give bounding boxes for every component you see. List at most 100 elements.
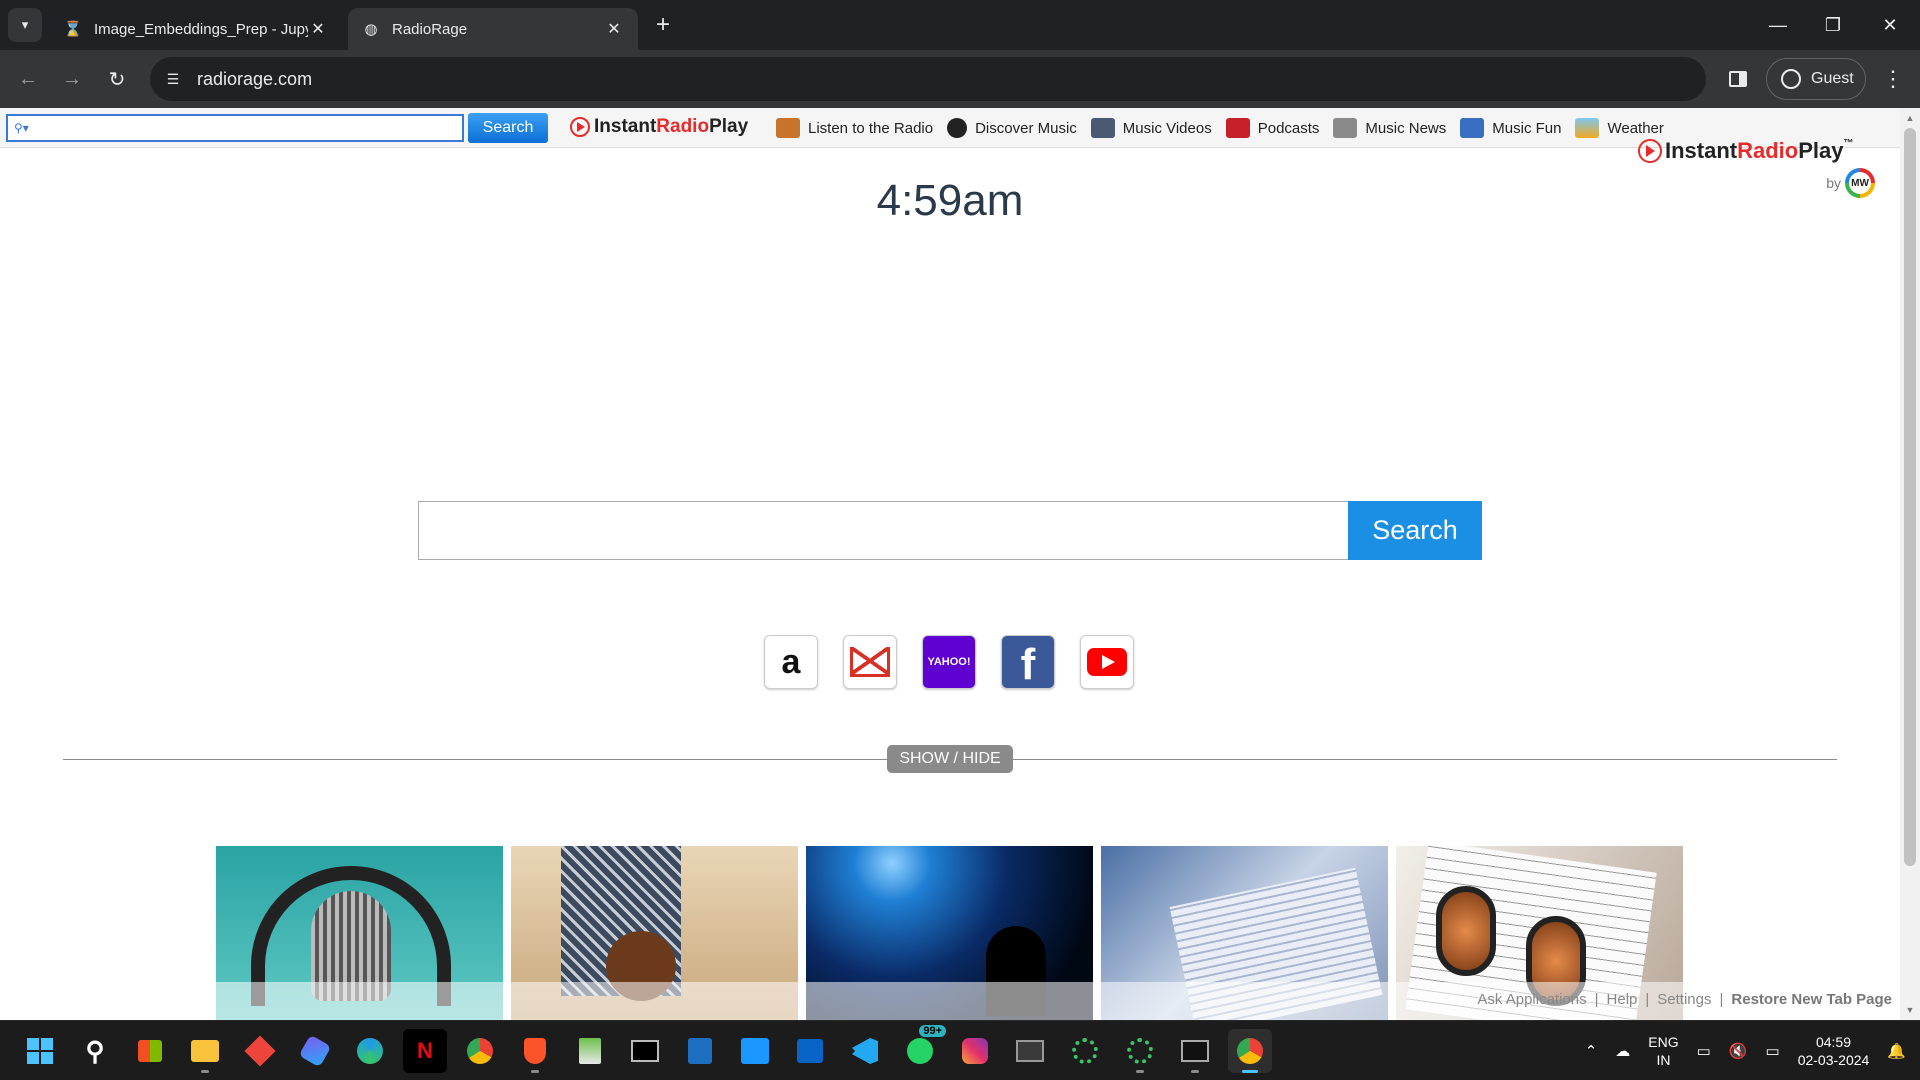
volume-muted-icon[interactable]: 🔇: [1729, 1042, 1748, 1060]
close-icon[interactable]: ✕: [604, 19, 624, 39]
thumbnail-guitarist[interactable]: [511, 846, 798, 1020]
store-icon[interactable]: [128, 1029, 172, 1073]
link-label: Music Fun: [1492, 119, 1562, 137]
new-tab-button[interactable]: +: [650, 11, 676, 38]
restore-new-tab-page-link[interactable]: Restore New Tab Page: [1731, 991, 1892, 1008]
scroll-up-arrow[interactable]: ▲: [1904, 112, 1916, 124]
toolbar-search-button[interactable]: Search: [468, 113, 548, 143]
help-link[interactable]: Help: [1607, 991, 1638, 1008]
file-explorer-icon[interactable]: [183, 1029, 227, 1073]
thumbnail-concert[interactable]: [806, 846, 1093, 1020]
chrome-icon[interactable]: [458, 1029, 502, 1073]
terminal-window-icon[interactable]: [1008, 1029, 1052, 1073]
windows-taskbar: ⚲ N 99+ ⌃ ☁ ENG IN ▭ 🔇 ▭ 04:59 02-03-202…: [0, 1020, 1920, 1080]
minimize-button[interactable]: —: [1758, 10, 1798, 40]
url-text[interactable]: radiorage.com: [197, 69, 312, 90]
gmail-icon[interactable]: [843, 635, 897, 689]
reload-button[interactable]: ↻: [101, 63, 133, 95]
copilot-icon[interactable]: [293, 1029, 337, 1073]
notepad-icon[interactable]: [568, 1029, 612, 1073]
cmd-icon[interactable]: [623, 1029, 667, 1073]
terminal-icon[interactable]: [1173, 1029, 1217, 1073]
yahoo-icon[interactable]: YAHOO!: [922, 635, 976, 689]
main-search-input[interactable]: [418, 501, 1348, 560]
taskbar-clock[interactable]: 04:59 02-03-2024: [1798, 1033, 1870, 1069]
edge-icon[interactable]: [348, 1029, 392, 1073]
yahoo-label: YAHOO!: [927, 656, 971, 668]
loader-icon[interactable]: [1063, 1029, 1107, 1073]
chrome-active-icon[interactable]: [1228, 1029, 1272, 1073]
notification-badge: 99+: [919, 1025, 946, 1037]
network-icon[interactable]: ▭: [1697, 1042, 1711, 1060]
thumbnail-microphone[interactable]: [216, 846, 503, 1020]
tab-title: RadioRage: [392, 20, 468, 38]
tab-radiorage[interactable]: ◍ RadioRage ✕: [348, 8, 638, 50]
brand-wordmark: Instant Radio Play ™: [1638, 138, 1883, 164]
back-button[interactable]: ←: [12, 63, 44, 95]
thumbnail-newspaper[interactable]: [1101, 846, 1388, 1020]
link-label: Music Videos: [1122, 119, 1212, 137]
link-discover-music[interactable]: Discover Music: [947, 118, 1077, 138]
link-weather[interactable]: Weather: [1575, 118, 1664, 138]
ask-applications-link[interactable]: Ask Applications: [1477, 991, 1586, 1008]
by-mindspark: by MW: [1826, 168, 1875, 198]
vscode-icon[interactable]: [843, 1029, 887, 1073]
link-music-fun[interactable]: Music Fun: [1460, 118, 1561, 138]
language-indicator[interactable]: ENG IN: [1648, 1033, 1678, 1069]
profile-button[interactable]: Guest: [1766, 58, 1866, 100]
link-listen-to-the-radio[interactable]: Listen to the Radio: [776, 118, 933, 138]
scrollbar-thumb[interactable]: [1904, 128, 1916, 866]
link-music-news[interactable]: Music News: [1333, 118, 1446, 138]
play-icon: [1087, 648, 1127, 676]
show-hide-button[interactable]: SHOW / HIDE: [887, 745, 1013, 773]
main-search-button[interactable]: Search: [1348, 501, 1482, 560]
restore-button[interactable]: ❐: [1813, 10, 1853, 40]
cloud-icon[interactable]: ☁: [1615, 1042, 1630, 1060]
separator: |: [1719, 991, 1724, 1008]
site-info-icon[interactable]: ☰: [159, 65, 187, 93]
chevron-up-icon[interactable]: ⌃: [1585, 1042, 1598, 1060]
clock-time: 4:59am: [876, 176, 1024, 225]
search-icon[interactable]: ⚲: [73, 1029, 117, 1073]
facebook-label: f: [1020, 640, 1036, 689]
prime-video-icon[interactable]: [733, 1029, 777, 1073]
side-panel-button[interactable]: [1722, 64, 1754, 94]
link-music-videos[interactable]: Music Videos: [1090, 118, 1212, 138]
tab-jupyter[interactable]: ⌛ Image_Embeddings_Prep - Jupy ✕: [50, 8, 342, 50]
mw-label: MW: [1849, 172, 1871, 194]
link-podcasts[interactable]: Podcasts: [1225, 118, 1319, 138]
play-icon: [1638, 139, 1662, 163]
scroll-down-arrow[interactable]: ▼: [1904, 1004, 1916, 1016]
brand-logo[interactable]: Instant Radio Play ™ by MW: [1638, 138, 1883, 198]
settings-link[interactable]: Settings: [1657, 991, 1711, 1008]
lang-top: ENG: [1648, 1034, 1679, 1050]
outlook-icon[interactable]: [788, 1029, 832, 1073]
battery-icon[interactable]: ▭: [1766, 1042, 1780, 1060]
main-search: Search: [418, 501, 1482, 560]
amazon-icon[interactable]: a: [764, 635, 818, 689]
facebook-icon[interactable]: f: [1001, 635, 1055, 689]
whatsapp-icon[interactable]: 99+: [898, 1025, 946, 1073]
windows-start-icon[interactable]: [18, 1029, 62, 1073]
calculator-icon[interactable]: [678, 1029, 722, 1073]
instagram-icon[interactable]: [953, 1029, 997, 1073]
instantradioplay-logo[interactable]: Instant Radio Play: [570, 116, 748, 138]
brave-icon[interactable]: [513, 1029, 557, 1073]
youtube-icon[interactable]: [1080, 635, 1134, 689]
forward-button[interactable]: →: [56, 63, 88, 95]
close-icon[interactable]: ✕: [308, 19, 328, 39]
close-window-button[interactable]: ✕: [1870, 10, 1910, 40]
by-label: by: [1826, 175, 1841, 191]
search-icon[interactable]: ⚲▾: [14, 121, 29, 135]
address-bar[interactable]: ☰ radiorage.com: [150, 57, 1706, 101]
netflix-icon[interactable]: N: [403, 1029, 447, 1073]
tab-search-button[interactable]: ▾: [8, 8, 42, 42]
page-scrollbar[interactable]: ▲ ▼: [1900, 108, 1920, 1020]
anydesk-icon[interactable]: [238, 1029, 282, 1073]
loader-icon[interactable]: [1118, 1029, 1162, 1073]
notification-bell-icon[interactable]: 🔔: [1887, 1042, 1906, 1060]
news-icon: [1333, 118, 1358, 138]
menu-icon[interactable]: ⋮: [1878, 64, 1908, 94]
weather-icon: [1575, 118, 1600, 138]
toolbar-search-input[interactable]: ⚲▾: [6, 114, 464, 142]
